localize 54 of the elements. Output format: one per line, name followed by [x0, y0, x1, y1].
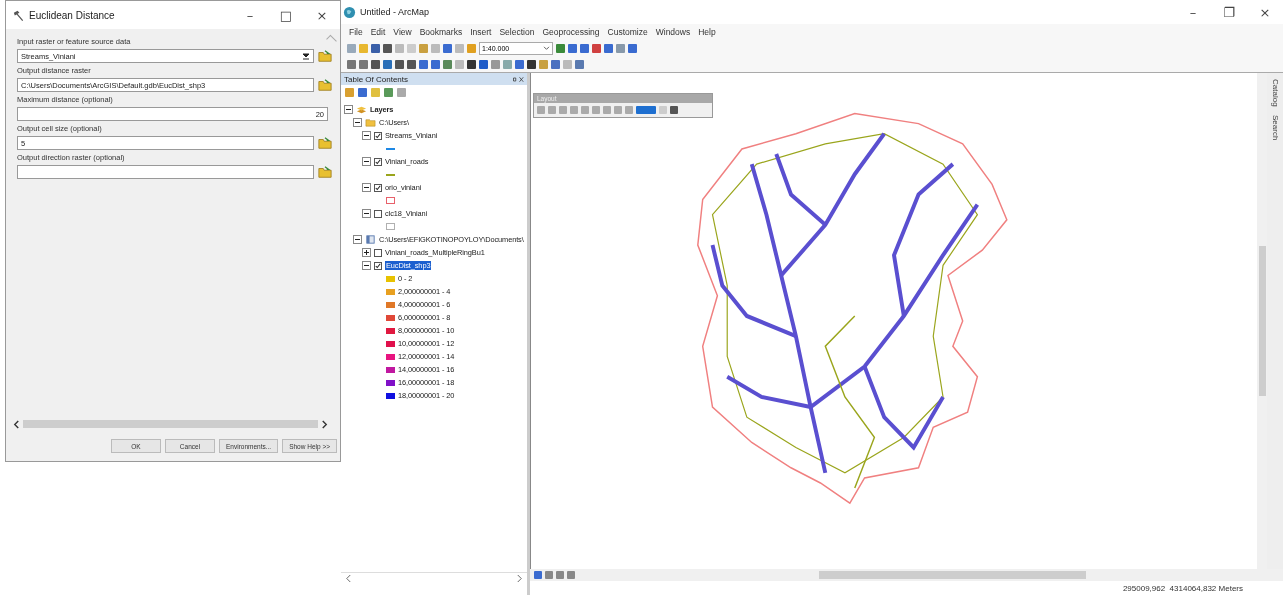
menu-item[interactable]: View — [389, 27, 416, 37]
window-control[interactable]: – — [1175, 0, 1211, 24]
expander-icon[interactable] — [353, 118, 362, 127]
checkbox[interactable] — [374, 131, 382, 140]
pin-close-icon[interactable] — [512, 75, 524, 83]
window-title: Euclidean Distance — [29, 9, 116, 21]
expander-icon[interactable] — [362, 157, 371, 166]
menu-item[interactable]: Windows — [651, 27, 695, 37]
checkbox[interactable] — [374, 261, 382, 270]
expander-icon[interactable] — [344, 105, 353, 114]
menu-item[interactable]: Geoprocessing — [538, 27, 604, 37]
window-control[interactable]: ❐ — [1211, 0, 1247, 24]
checkbox[interactable] — [374, 183, 382, 192]
expander-icon[interactable] — [362, 248, 371, 257]
checkbox[interactable] — [374, 157, 382, 166]
database-icon — [365, 234, 376, 245]
menu-item[interactable]: Help — [694, 27, 720, 37]
menu-item[interactable]: Bookmarks — [415, 27, 467, 37]
folder-icon — [365, 117, 376, 128]
menu-item[interactable]: Insert — [466, 27, 496, 37]
scroll-right-icon[interactable] — [321, 419, 328, 429]
expander-icon[interactable] — [362, 183, 371, 192]
menu-item[interactable]: Edit — [366, 27, 390, 37]
checkbox[interactable] — [374, 248, 382, 257]
menu-item[interactable]: Customize — [603, 27, 652, 37]
globe-icon — [343, 5, 356, 19]
menu-item[interactable]: Selection — [495, 27, 539, 37]
layers-icon — [356, 104, 367, 115]
color-swatch[interactable] — [636, 106, 656, 114]
folder-icon[interactable] — [318, 49, 332, 63]
folder-icon[interactable] — [318, 78, 332, 92]
window-control[interactable]: – — [232, 3, 268, 27]
expander-icon[interactable] — [353, 235, 362, 244]
caret-icon[interactable] — [543, 45, 550, 51]
folder-icon[interactable] — [318, 136, 332, 150]
window-control[interactable]: □ — [268, 3, 304, 27]
expander-icon[interactable] — [362, 209, 371, 218]
input-field[interactable] — [17, 165, 314, 179]
horizontal-scrollbar[interactable] — [13, 419, 328, 429]
menu-item[interactable]: File — [345, 27, 367, 37]
status-coordinates: 295009,962 4314064,832 Meters — [1122, 583, 1243, 593]
side-tab[interactable]: Search — [1270, 114, 1280, 140]
scroll-left-icon[interactable] — [13, 419, 20, 429]
window-control[interactable]: × — [1247, 0, 1283, 24]
dropdown-icon[interactable] — [302, 52, 310, 60]
window-control[interactable]: × — [304, 3, 340, 27]
window-title: Untitled - ArcMap — [360, 7, 430, 17]
panel-title: Table Of Contents — [344, 74, 410, 84]
hammer-icon — [12, 8, 25, 22]
expander-icon[interactable] — [362, 261, 371, 270]
side-tab[interactable]: Catalog — [1270, 79, 1280, 107]
expander-icon[interactable] — [362, 131, 371, 140]
folder-icon[interactable] — [318, 165, 332, 179]
checkbox[interactable] — [374, 209, 382, 218]
